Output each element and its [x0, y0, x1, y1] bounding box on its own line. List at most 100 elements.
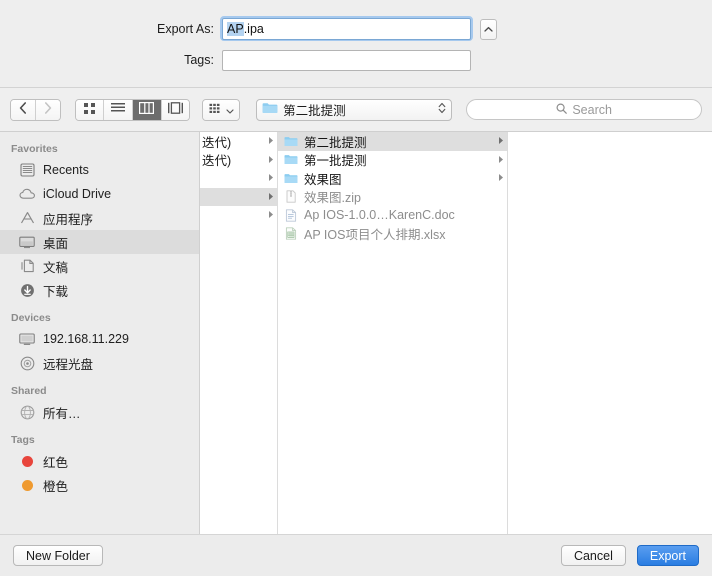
disclosure-arrow-icon	[498, 134, 504, 148]
list-item[interactable]: 迭代)	[200, 151, 277, 170]
search-placeholder: Search	[572, 102, 612, 117]
grid-menu-icon	[209, 103, 223, 117]
filename-rest-text: .ipa	[243, 21, 264, 36]
folder-icon	[284, 153, 298, 167]
toolbar: 第二批提测 Search	[0, 88, 712, 132]
chevron-left-icon	[19, 102, 27, 117]
list-item-label: 迭代)	[202, 154, 232, 169]
disclosure-arrow-icon	[268, 134, 274, 148]
list-item[interactable]: Ap IOS-1.0.0…KarenC.doc	[278, 206, 507, 225]
view-as-gallery-button[interactable]	[161, 99, 190, 120]
sidebar-item-label: iCloud Drive	[43, 187, 112, 201]
disclosure-arrow-icon	[268, 171, 274, 185]
search-field[interactable]: Search	[466, 99, 702, 120]
list-item[interactable]: 第一批提测	[278, 151, 507, 170]
cancel-button[interactable]: Cancel	[560, 545, 626, 566]
sidebar-item-tag-red[interactable]: 红色	[0, 449, 199, 473]
folder-icon	[262, 102, 278, 117]
column-view-icon	[139, 102, 155, 117]
column-browser: 迭代) 迭代) 第二批提测 第一批提测 效果图 效果图.zip Ap IOS-1…	[200, 132, 712, 534]
sidebar-item-label: 远程光盘	[43, 357, 94, 372]
dialog-body: Favorites Recents iCloud Drive 应用程序 桌面 文…	[0, 132, 712, 535]
view-as-list-button[interactable]	[104, 99, 133, 120]
sidebar-item-label: Recents	[43, 163, 89, 177]
list-item[interactable]	[200, 206, 277, 225]
list-item[interactable]: 迭代)	[200, 132, 277, 151]
folder-icon	[284, 134, 298, 148]
disclosure-arrow-icon	[268, 208, 274, 222]
filename-field-wrap: AP .ipa	[220, 15, 473, 41]
export-as-row: Export As: AP .ipa	[0, 15, 712, 42]
tags-row: Tags:	[0, 47, 712, 73]
expand-dialog-button[interactable]	[480, 18, 497, 40]
list-item-label: 迭代)	[202, 135, 232, 150]
sidebar-item-recents[interactable]: Recents	[0, 158, 199, 182]
view-as-icons-button[interactable]	[75, 99, 105, 120]
sidebar-item-label: 文稿	[43, 260, 69, 275]
updown-chevron-icon	[438, 101, 446, 118]
list-item-label: Ap IOS-1.0.0…KarenC.doc	[304, 208, 455, 223]
chevron-up-icon	[484, 26, 493, 33]
new-folder-button[interactable]: New Folder	[13, 545, 103, 566]
sidebar-group-title: Devices	[11, 312, 51, 324]
list-item[interactable]: 效果图.zip	[278, 188, 507, 207]
export-as-label: Export As:	[157, 22, 214, 36]
disclosure-arrow-icon	[268, 190, 274, 204]
list-item[interactable]: 效果图	[278, 169, 507, 188]
disclosure-arrow-icon	[498, 171, 504, 185]
back-button[interactable]	[11, 99, 36, 120]
export-button[interactable]: Export	[636, 545, 699, 566]
sidebar-item-label: 192.168.11.229	[43, 332, 129, 346]
search-icon	[556, 102, 568, 117]
sidebar-item-documents[interactable]: 文稿	[0, 254, 199, 278]
sidebar-item-label: 所有…	[43, 406, 81, 421]
browser-column-3[interactable]	[508, 132, 712, 534]
view-as-columns-button[interactable]	[132, 99, 162, 120]
tag-dot-icon	[18, 479, 36, 491]
sidebar-group-title: Tags	[11, 434, 35, 446]
sidebar: Favorites Recents iCloud Drive 应用程序 桌面 文…	[0, 132, 200, 534]
name-section: Export As: AP .ipa Tags:	[0, 0, 712, 88]
gallery-view-icon	[168, 102, 184, 117]
sidebar-item-label: 下载	[43, 284, 69, 299]
sidebar-item-all-shared[interactable]: 所有…	[0, 400, 199, 424]
list-item-label: 效果图.zip	[304, 191, 361, 206]
bottom-bar: New Folder Cancel Export	[0, 535, 712, 576]
tags-input[interactable]	[222, 49, 471, 71]
browser-column-1[interactable]: 迭代) 迭代)	[200, 132, 278, 534]
view-mode-buttons	[74, 98, 191, 121]
disclosure-arrow-icon	[268, 153, 274, 167]
list-item-label: AP IOS项目个人排期.xlsx	[304, 228, 446, 243]
sidebar-item-desktop[interactable]: 桌面	[0, 230, 199, 254]
sidebar-item-label: 橙色	[43, 479, 69, 494]
sidebar-item-downloads[interactable]: 下载	[0, 278, 199, 302]
list-item-label: 第一批提测	[304, 154, 367, 169]
computer-icon	[18, 332, 36, 346]
list-item[interactable]: AP IOS项目个人排期.xlsx	[278, 225, 507, 244]
sidebar-item-applications[interactable]: 应用程序	[0, 206, 199, 230]
path-popup-button[interactable]: 第二批提测	[256, 98, 453, 121]
cloud-icon	[18, 188, 36, 200]
sidebar-group-title: Shared	[11, 385, 47, 397]
disc-icon	[18, 356, 36, 371]
network-globe-icon	[18, 405, 36, 420]
sidebar-item-icloud-drive[interactable]: iCloud Drive	[0, 182, 199, 206]
navigation-buttons	[10, 98, 61, 121]
action-menu-button[interactable]	[203, 99, 240, 120]
sidebar-item-tag-orange[interactable]: 橙色	[0, 473, 199, 497]
sidebar-item-label: 桌面	[43, 236, 69, 251]
list-item[interactable]	[200, 187, 277, 206]
disclosure-arrow-icon	[498, 153, 504, 167]
forward-button[interactable]	[35, 99, 60, 120]
icon-view-icon	[83, 102, 96, 118]
list-item-label: 第二批提测	[304, 135, 367, 150]
filename-input[interactable]: AP .ipa	[222, 17, 471, 40]
browser-column-2[interactable]: 第二批提测 第一批提测 效果图 效果图.zip Ap IOS-1.0.0…Kar…	[278, 132, 508, 534]
archive-icon	[284, 190, 298, 204]
sidebar-item-device-192-168-11-229[interactable]: 192.168.11.229	[0, 327, 199, 351]
filename-selected-text: AP	[227, 21, 244, 36]
sidebar-item-remote-disc[interactable]: 远程光盘	[0, 351, 199, 375]
list-item[interactable]	[200, 169, 277, 188]
list-item[interactable]: 第二批提测	[278, 132, 507, 151]
save-export-dialog: Export As: AP .ipa Tags: 第二批提测 Search Fa…	[0, 0, 712, 576]
